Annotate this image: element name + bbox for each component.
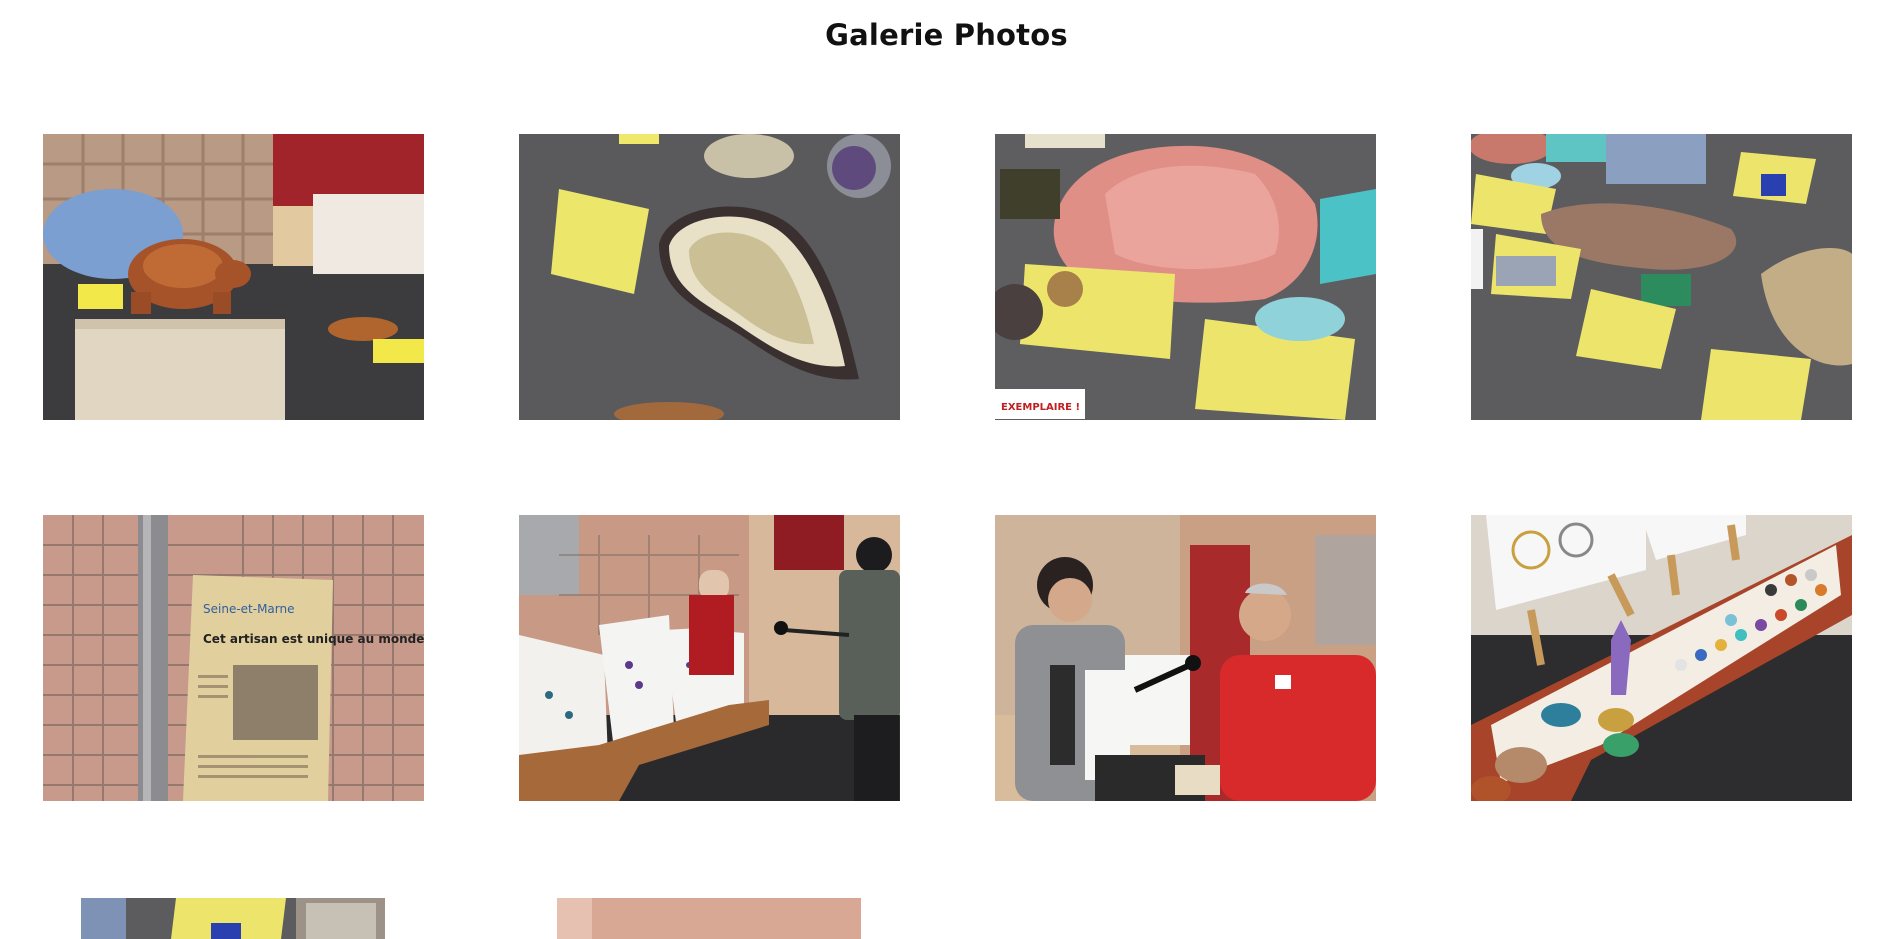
page-title: Galerie Photos	[825, 18, 1068, 52]
gallery-photo-agate[interactable]	[519, 134, 900, 420]
gallery-photo-turtle[interactable]	[43, 134, 424, 420]
gallery-photo-rock-salt[interactable]: EXEMPLAIRE !	[995, 134, 1376, 420]
sticker-label: EXEMPLAIRE !	[1001, 402, 1080, 413]
clipping-masthead: Seine-et-Marne	[203, 602, 295, 616]
gallery-photo-newspaper[interactable]: Seine-et-Marne Cet artisan est unique au…	[43, 515, 424, 801]
gallery-photo-pink-wall-partial[interactable]	[557, 898, 861, 939]
gallery-photo-jewelry-stand[interactable]	[519, 515, 900, 801]
gallery-photo-minerals-partial[interactable]	[81, 898, 385, 939]
clipping-headline: Cet artisan est unique au monde	[203, 632, 424, 646]
gallery-photo-bracelets[interactable]	[1471, 515, 1852, 801]
gallery-photo-minerals[interactable]	[1471, 134, 1852, 420]
gallery-photo-interview[interactable]	[995, 515, 1376, 801]
